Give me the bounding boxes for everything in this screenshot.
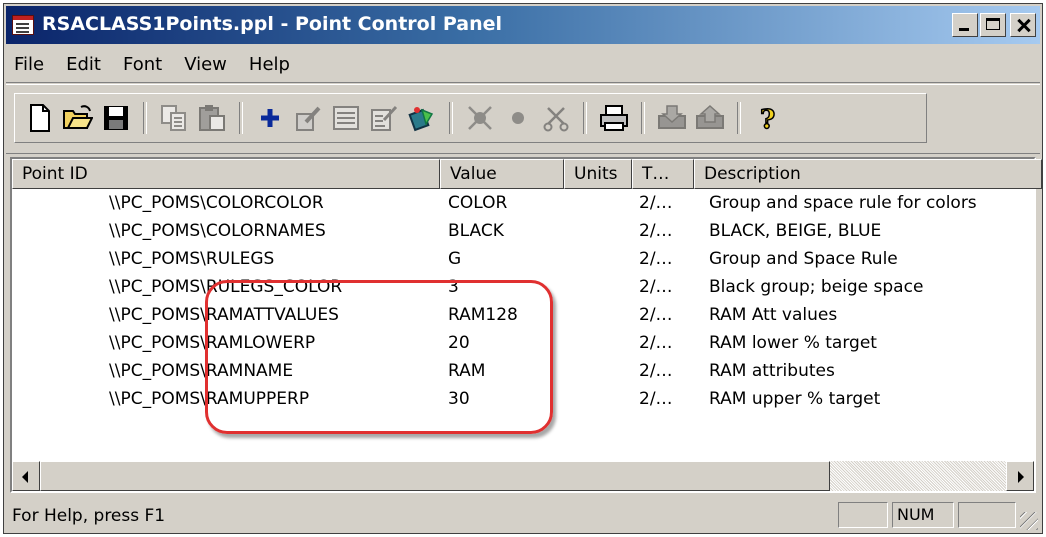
status-panel-caps [838,502,888,528]
cell-description: RAM upper % target [709,389,881,409]
list-header: Point ID Value Units T… Description [12,159,1042,189]
cell-point-id: \\PC_POMS\RULEGS_COLOR [109,277,343,297]
cell-description: RAM lower % target [709,333,877,353]
paste-icon[interactable] [196,102,228,134]
table-row[interactable]: \\PC_POMS\RAMUPPERP 30 2/… RAM upper % t… [12,386,1034,414]
cell-time: 2/… [639,305,673,325]
status-bar: For Help, press F1 NUM [6,498,1040,532]
cell-point-id: \\PC_POMS\RAMATTVALUES [109,305,339,325]
menu-view[interactable]: View [173,54,238,75]
status-text: For Help, press F1 [12,506,166,526]
cell-point-id: \\PC_POMS\RULEGS [109,249,275,269]
table-row[interactable]: \\PC_POMS\RULEGS_COLOR 3 2/… Black group… [12,274,1034,302]
scroll-left-arrow-icon[interactable] [12,461,40,491]
menu-font[interactable]: Font [112,54,173,75]
cell-description: RAM Att values [709,305,838,325]
point-list[interactable]: Point ID Value Units T… Description \\PC… [10,157,1042,493]
status-panel-scroll [958,502,1016,528]
status-panel-num: NUM [892,502,954,528]
app-window: RSACLASS1Points.ppl - Point Control Pane… [3,3,1043,534]
cell-value: 3 [448,277,459,297]
table-row[interactable]: \\PC_POMS\RAMNAME RAM 2/… RAM attributes [12,358,1034,386]
cut-icon[interactable] [540,102,572,134]
cell-time: 2/… [639,221,673,241]
print-icon[interactable] [598,102,630,134]
cell-value: RAM [448,361,486,381]
cell-value: 30 [448,389,470,409]
column-header-value[interactable]: Value [440,159,564,189]
toolbar-separator [641,102,645,134]
point-properties-icon[interactable] [368,102,400,134]
import-icon[interactable] [656,102,688,134]
toolbar-separator [737,102,741,134]
resize-grip-icon[interactable] [1020,512,1038,530]
cell-description: RAM attributes [709,361,835,381]
cell-time: 2/… [639,361,673,381]
refresh-points-icon[interactable] [406,102,438,134]
export-icon[interactable] [694,102,726,134]
table-row[interactable]: \\PC_POMS\RAMLOWERP 20 2/… RAM lower % t… [12,330,1034,358]
add-point-plus-icon[interactable] [254,102,286,134]
toolbar-separator [449,102,453,134]
cell-time: 2/… [639,277,673,297]
menu-file[interactable]: File [6,54,55,75]
cell-point-id: \\PC_POMS\RAMLOWERP [109,333,316,353]
table-row[interactable]: \\PC_POMS\COLORNAMES BLACK 2/… BLACK, BE… [12,218,1034,246]
app-icon[interactable] [12,15,34,35]
toolbar-separator [239,102,243,134]
table-row[interactable]: \\PC_POMS\RAMATTVALUES RAM128 2/… RAM At… [12,302,1034,330]
title-bar[interactable]: RSACLASS1Points.ppl - Point Control Pane… [6,6,1040,44]
minimize-button[interactable] [952,13,978,37]
cell-value: BLACK [448,221,504,241]
window-title: RSACLASS1Points.ppl - Point Control Pane… [42,13,502,35]
cell-time: 2/… [639,249,673,269]
open-folder-icon[interactable] [62,102,94,134]
edit-point-icon[interactable] [292,102,324,134]
cell-description: Group and Space Rule [709,249,898,269]
copy-icon[interactable] [158,102,190,134]
cell-point-id: \\PC_POMS\RAMUPPERP [109,389,310,409]
cell-description: Group and space rule for colors [709,193,977,213]
toolbar-separator [583,102,587,134]
close-button[interactable] [1010,13,1036,37]
column-header-units[interactable]: Units [564,159,632,189]
cell-description: Black group; beige space [709,277,924,297]
new-document-icon[interactable] [24,102,56,134]
list-rows: \\PC_POMS\COLORCOLOR COLOR 2/… Group and… [12,190,1034,414]
point-list-icon[interactable] [330,102,362,134]
maximize-button[interactable] [980,13,1006,37]
menu-edit[interactable]: Edit [55,54,112,75]
help-question-icon[interactable]: ? [752,102,784,134]
toolbar: ? [6,84,1040,154]
cell-time: 2/… [639,193,673,213]
svg-text:?: ? [760,105,775,132]
table-row[interactable]: \\PC_POMS\COLORCOLOR COLOR 2/… Group and… [12,190,1034,218]
cell-value: COLOR [448,193,508,213]
record-dot-icon[interactable] [502,102,534,134]
cell-point-id: \\PC_POMS\COLORNAMES [109,221,326,241]
column-header-point-id[interactable]: Point ID [12,159,440,189]
column-header-time[interactable]: T… [632,159,694,189]
cell-value: RAM128 [448,305,518,325]
toolbar-separator [143,102,147,134]
cell-time: 2/… [639,389,673,409]
save-disk-icon[interactable] [100,102,132,134]
table-row[interactable]: \\PC_POMS\RULEGS G 2/… Group and Space R… [12,246,1034,274]
menu-bar: File Edit Font View Help [6,46,1040,83]
disconnect-icon[interactable] [464,102,496,134]
cell-description: BLACK, BEIGE, BLUE [709,221,882,241]
scroll-right-arrow-icon[interactable] [1006,461,1034,491]
horizontal-scrollbar[interactable] [12,461,1034,491]
cell-time: 2/… [639,333,673,353]
cell-value: 20 [448,333,470,353]
window-controls [952,13,1036,37]
column-header-description[interactable]: Description [694,159,1042,189]
menu-help[interactable]: Help [238,54,301,75]
scroll-thumb[interactable] [40,461,830,491]
cell-point-id: \\PC_POMS\COLORCOLOR [109,193,324,213]
cell-value: G [448,249,462,269]
cell-point-id: \\PC_POMS\RAMNAME [109,361,294,381]
toolbar-band: ? [14,93,927,143]
